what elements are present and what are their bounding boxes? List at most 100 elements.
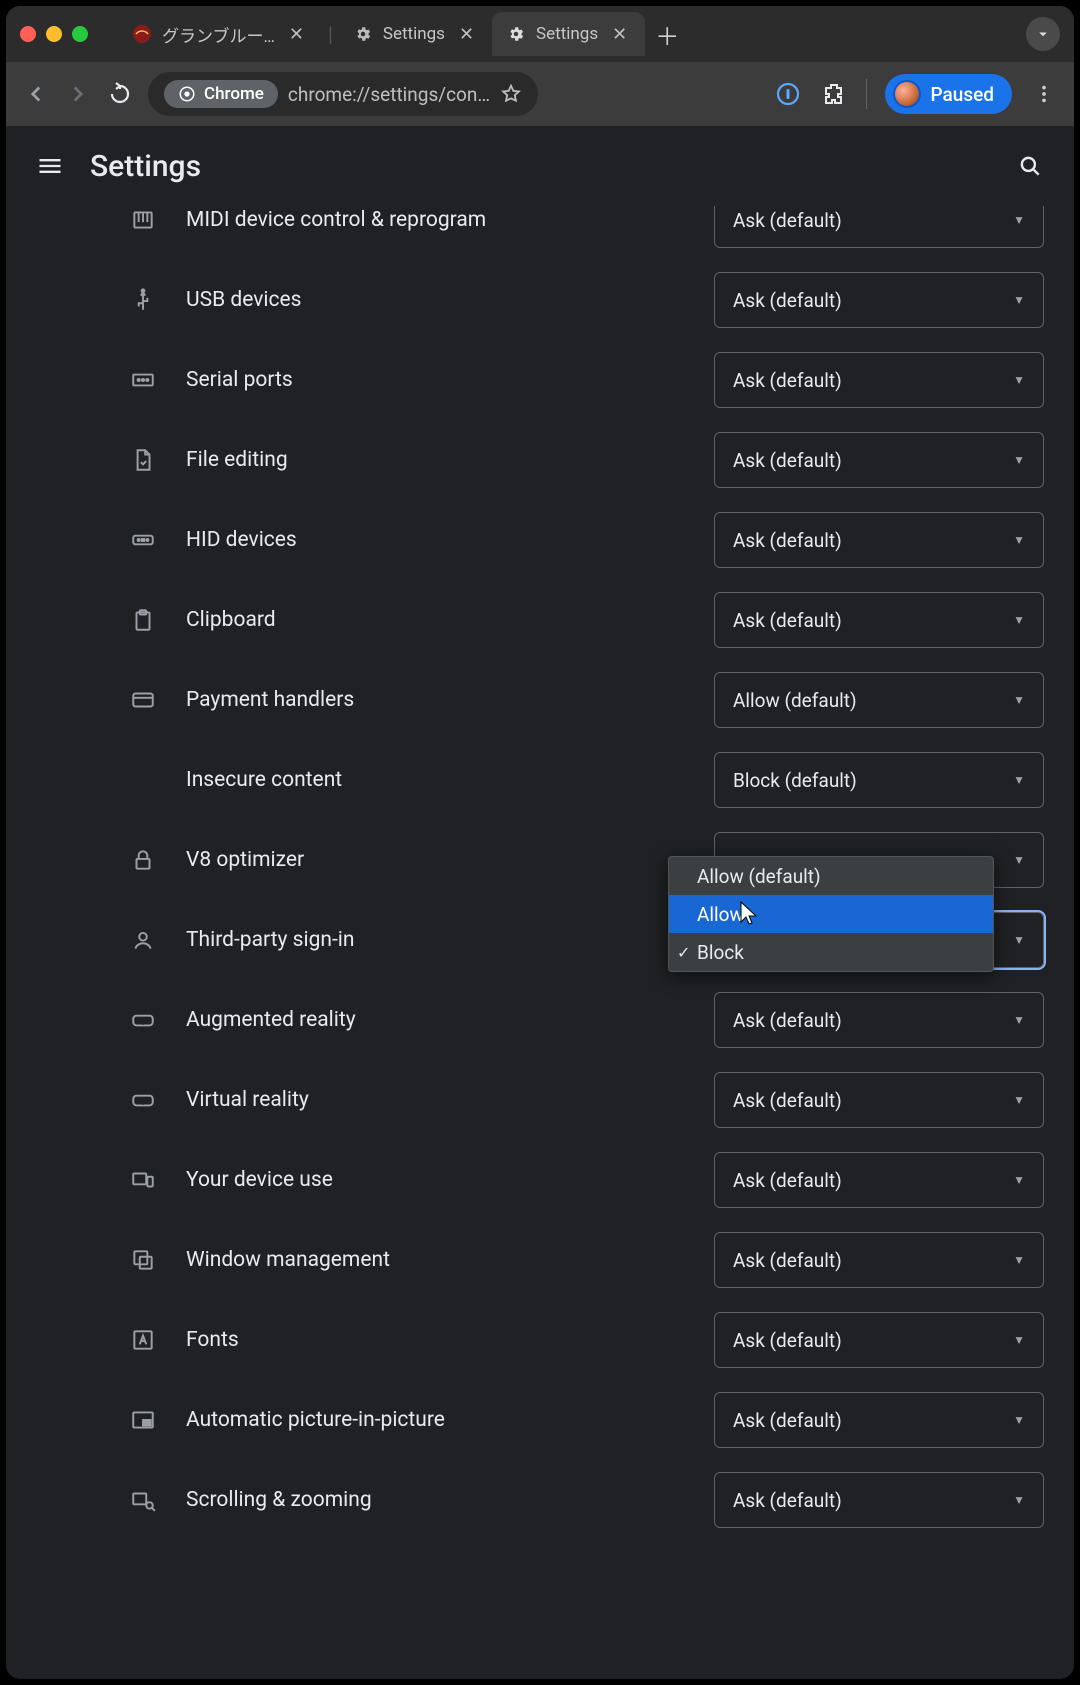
address-bar[interactable]: Chrome chrome://settings/con… — [148, 72, 538, 116]
new-tab-button[interactable]: ＋ — [645, 17, 689, 52]
permission-row: Payment handlers Allow (default) ▼ — [128, 660, 1044, 740]
permission-row: Virtual reality Ask (default) ▼ — [128, 1060, 1044, 1140]
permission-select-value: Ask (default) — [733, 1249, 842, 1272]
permission-label: Automatic picture-in-picture — [186, 1408, 714, 1432]
tab-1[interactable]: Settings ✕ — [339, 12, 492, 56]
browser-menu-button[interactable] — [1030, 80, 1058, 108]
chevron-down-icon: ▼ — [1013, 613, 1025, 627]
permission-select[interactable]: Ask (default) ▼ — [714, 206, 1044, 248]
tab-overflow-button[interactable] — [1026, 17, 1060, 51]
vr-icon — [128, 1007, 158, 1033]
gear-icon — [353, 24, 373, 44]
tab-2-close-icon[interactable]: ✕ — [608, 22, 631, 47]
permission-row: File editing Ask (default) ▼ — [128, 420, 1044, 500]
chevron-down-icon: ▼ — [1013, 1013, 1025, 1027]
profile-paused-chip[interactable]: Paused — [885, 74, 1013, 114]
permission-row: Clipboard Ask (default) ▼ — [128, 580, 1044, 660]
permission-label: Insecure content — [186, 768, 714, 792]
tab-1-close-icon[interactable]: ✕ — [455, 22, 478, 47]
permission-select[interactable]: Ask (default) ▼ — [714, 1392, 1044, 1448]
permission-label: Window management — [186, 1248, 714, 1272]
permission-row: Fonts Ask (default) ▼ — [128, 1300, 1044, 1380]
permission-select[interactable]: Ask (default) ▼ — [714, 992, 1044, 1048]
permission-select-value: Ask (default) — [733, 1009, 842, 1032]
window-icon — [128, 1247, 158, 1273]
back-button[interactable] — [22, 80, 50, 108]
permission-select[interactable]: Ask (default) ▼ — [714, 512, 1044, 568]
permission-select[interactable]: Ask (default) ▼ — [714, 1232, 1044, 1288]
browser-window: グランブルー… ✕ | Settings ✕ Settings ✕ ＋ — [6, 6, 1074, 1679]
dropdown-option-2[interactable]: Block — [669, 933, 993, 971]
permission-label: Fonts — [186, 1328, 714, 1352]
payment-icon — [128, 687, 158, 713]
midi-icon — [128, 207, 158, 233]
permission-select[interactable]: Ask (default) ▼ — [714, 592, 1044, 648]
permission-label: MIDI device control & reprogram — [186, 208, 714, 232]
permission-label: V8 optimizer — [186, 848, 714, 872]
chevron-down-icon: ▼ — [1013, 853, 1025, 867]
permission-row: Automatic picture-in-picture Ask (defaul… — [128, 1380, 1044, 1460]
dropdown-option-1[interactable]: Allow — [669, 895, 993, 933]
chevron-down-icon: ▼ — [1013, 693, 1025, 707]
chevron-down-icon: ▼ — [1013, 213, 1025, 227]
tab-0[interactable]: グランブルー… ✕ — [118, 12, 322, 56]
permission-select[interactable]: Block (default) ▼ — [714, 752, 1044, 808]
avatar-icon — [893, 80, 921, 108]
url-text: chrome://settings/con… — [288, 83, 490, 106]
permission-label: File editing — [186, 448, 714, 472]
maximize-window-button[interactable] — [72, 26, 88, 42]
permission-select[interactable]: Ask (default) ▼ — [714, 1312, 1044, 1368]
permission-row: MIDI device control & reprogram Ask (def… — [128, 206, 1044, 260]
chevron-down-icon: ▼ — [1013, 1253, 1025, 1267]
reload-button[interactable] — [106, 80, 134, 108]
close-window-button[interactable] — [20, 26, 36, 42]
tab-2-title: Settings — [536, 24, 598, 44]
chevron-down-icon: ▼ — [1013, 1093, 1025, 1107]
zoom-icon — [128, 1487, 158, 1513]
permission-label: Your device use — [186, 1168, 714, 1192]
permission-select-value: Ask (default) — [733, 209, 842, 232]
page-title: Settings — [90, 149, 201, 184]
forward-button[interactable] — [64, 80, 92, 108]
permission-select-value: Ask (default) — [733, 1169, 842, 1192]
permission-select[interactable]: Ask (default) ▼ — [714, 352, 1044, 408]
warning-icon — [128, 767, 158, 793]
extensions-icon[interactable] — [820, 80, 848, 108]
tab-1-title: Settings — [383, 24, 445, 44]
onepassword-extension-icon[interactable] — [774, 80, 802, 108]
permission-dropdown[interactable]: Allow (default) Allow Block — [668, 856, 994, 972]
permission-select[interactable]: Ask (default) ▼ — [714, 1072, 1044, 1128]
chevron-down-icon: ▼ — [1013, 773, 1025, 787]
settings-header: Settings — [6, 126, 1074, 206]
chrome-chip: Chrome — [164, 80, 278, 108]
permission-select[interactable]: Ask (default) ▼ — [714, 1152, 1044, 1208]
permission-select-value: Ask (default) — [733, 529, 842, 552]
permission-label: Scrolling & zooming — [186, 1488, 714, 1512]
permission-select[interactable]: Ask (default) ▼ — [714, 1472, 1044, 1528]
permission-select[interactable]: Allow (default) ▼ — [714, 672, 1044, 728]
hid-icon — [128, 527, 158, 553]
minimize-window-button[interactable] — [46, 26, 62, 42]
toolbar-divider — [866, 79, 867, 109]
toolbar-right: Paused — [774, 74, 1059, 114]
chevron-down-icon: ▼ — [1013, 293, 1025, 307]
permission-select[interactable]: Ask (default) ▼ — [714, 272, 1044, 328]
permission-row: HID devices Ask (default) ▼ — [128, 500, 1044, 580]
dropdown-option-0[interactable]: Allow (default) — [669, 857, 993, 895]
tab-2[interactable]: Settings ✕ — [492, 12, 645, 56]
tab-0-close-icon[interactable]: ✕ — [285, 22, 308, 47]
permission-label: HID devices — [186, 528, 714, 552]
permission-select-value: Ask (default) — [733, 289, 842, 312]
font-icon — [128, 1327, 158, 1353]
pip-icon — [128, 1407, 158, 1433]
permission-select-value: Allow (default) — [733, 689, 857, 712]
permission-label: Third-party sign-in — [186, 928, 714, 952]
menu-button[interactable] — [36, 152, 64, 180]
permission-select-value: Block (default) — [733, 769, 857, 792]
permission-select[interactable]: Ask (default) ▼ — [714, 432, 1044, 488]
usb-icon — [128, 287, 158, 313]
chevron-down-icon: ▼ — [1013, 1173, 1025, 1187]
permission-select-value: Ask (default) — [733, 1089, 842, 1112]
bookmark-star-icon[interactable] — [500, 83, 522, 105]
search-button[interactable] — [1016, 152, 1044, 180]
